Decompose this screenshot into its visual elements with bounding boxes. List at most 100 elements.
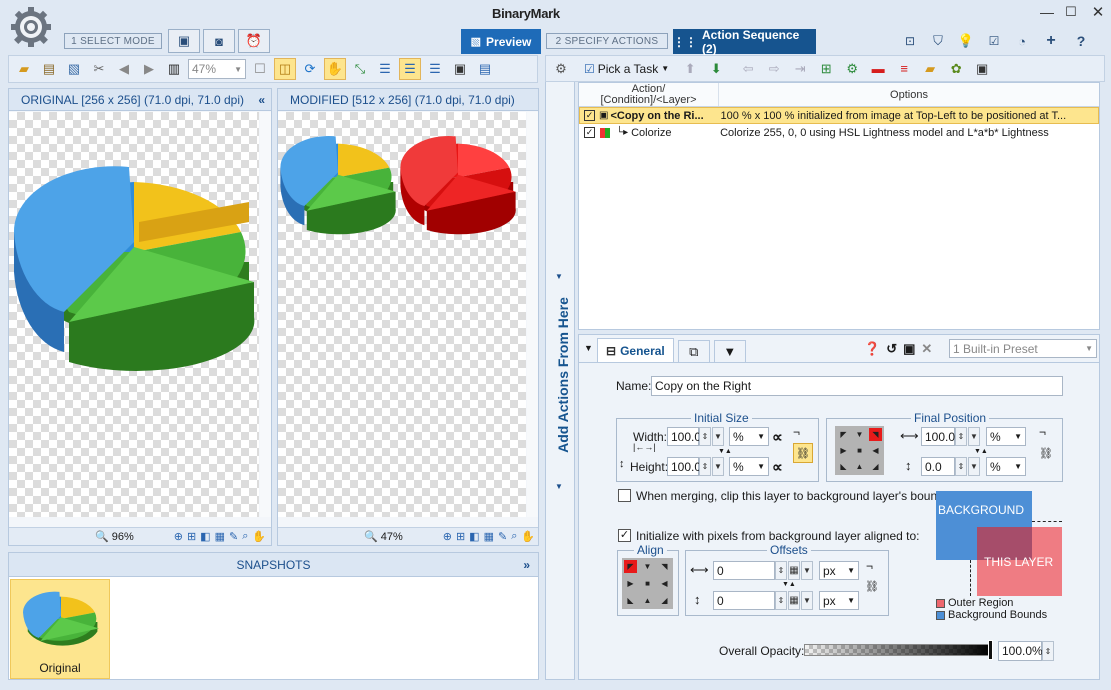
refresh-icon[interactable]: ⟳ (299, 58, 321, 80)
offset-x-dropdown[interactable]: ▼ (801, 561, 813, 580)
align-cell[interactable]: ◢ (658, 594, 671, 607)
center-icon[interactable]: ⊕ (443, 530, 452, 543)
align-cell[interactable]: ▶ (624, 577, 637, 590)
offset-y-calc[interactable]: ▦ (788, 591, 800, 610)
tab-layers[interactable]: ⧉ (677, 340, 710, 362)
align-cell[interactable]: ◥ (658, 560, 671, 573)
add-menu-icon[interactable]: + (1040, 32, 1062, 50)
single-view-icon[interactable]: ☐ (249, 58, 271, 80)
height-dropdown[interactable]: ▼ (712, 457, 724, 476)
offset-y-spinner[interactable]: ⇕ (775, 591, 787, 610)
collapse-icon[interactable]: ▼ (584, 343, 593, 353)
opacity-thumb[interactable] (988, 640, 993, 660)
action-sequence-tab[interactable]: ⋮⋮ Action Sequence (2) (673, 28, 816, 56)
actual-icon[interactable]: ◧ (200, 530, 210, 543)
picker-icon[interactable]: ✎ (229, 530, 238, 543)
height-input[interactable]: 100.0 (667, 457, 701, 476)
mode-schedule-button[interactable]: ⏰ (238, 29, 270, 53)
add-action-icon[interactable]: ⊞ (815, 58, 837, 80)
indent-end-icon[interactable]: ⇥ (789, 58, 811, 80)
help-menu-icon[interactable]: ? (1070, 33, 1092, 49)
name-input[interactable]: Copy on the Right (651, 376, 1063, 396)
indent-left-icon[interactable]: ⇦ (737, 58, 759, 80)
list-alt-icon[interactable]: ☰ (424, 58, 446, 80)
add-group-icon[interactable]: ⚙ (841, 58, 863, 80)
align-anchor-grid[interactable]: ◤ ▼ ◥ ▶ ■ ◀ ◣ ▲ ◢ (622, 558, 673, 609)
link-offsets-button[interactable]: ⛓ (862, 576, 882, 596)
preview-tab[interactable]: ▧ Preview (461, 29, 541, 54)
modified-canvas[interactable] (278, 112, 526, 517)
fit-icon[interactable]: ⤡ (349, 58, 371, 80)
lightbulb-icon[interactable]: 💡 (956, 33, 976, 49)
fit-icon[interactable]: ⊞ (456, 530, 465, 543)
align-cell[interactable]: ◣ (624, 594, 637, 607)
center-icon[interactable]: ⊕ (174, 530, 183, 543)
offset-x-calc[interactable]: ▦ (788, 561, 800, 580)
link-position-button[interactable]: ⛓ (1036, 443, 1056, 463)
align-cell[interactable]: ◀ (658, 577, 671, 590)
close-button[interactable]: ✕ (1085, 2, 1111, 22)
anchor-cell[interactable]: ◣ (837, 460, 850, 473)
open-folder-icon[interactable]: ▰ (919, 58, 941, 80)
remove-icon[interactable]: ▬ (867, 58, 889, 80)
anchor-cell[interactable]: ◤ (837, 428, 850, 441)
open-icon[interactable]: ▰ (13, 58, 35, 80)
maximize-button[interactable]: ☐ (1059, 2, 1083, 22)
align-cell-selected[interactable]: ◤ (624, 560, 637, 573)
snapshots-header[interactable]: SNAPSHOTS » (9, 553, 538, 577)
offset-y-dropdown[interactable]: ▼ (801, 591, 813, 610)
actual-icon[interactable]: ◧ (469, 530, 479, 543)
original-vscroll[interactable] (260, 112, 271, 517)
picker-icon[interactable]: ✎ (498, 530, 507, 543)
add-actions-sidetab[interactable]: ▼ Add Actions From Here ▼ (545, 82, 575, 680)
settings-gear-icon[interactable]: ⚙ (550, 58, 572, 80)
console-icon[interactable]: ⊡ (900, 34, 920, 48)
row-checkbox[interactable]: ✓ (584, 110, 595, 121)
height-unit-select[interactable]: % ▼ (729, 457, 769, 476)
minimize-button[interactable]: — (1035, 2, 1059, 22)
modified-vscroll[interactable] (527, 112, 538, 517)
magnifier-icon[interactable]: ⌕ (511, 530, 517, 543)
recent-icon[interactable]: ✿ (945, 58, 967, 80)
table-row[interactable]: ✓ └▸ Colorize Colorize 255, 0, 0 using H… (579, 124, 1099, 141)
pick-task-button[interactable]: ☑ Pick a Task ▼ (584, 62, 669, 76)
fit-icon[interactable]: ⊞ (187, 530, 196, 543)
delete-icon[interactable]: ✕ (921, 341, 932, 357)
proportional-icon[interactable]: ∝ (772, 458, 783, 476)
col-options-header[interactable]: Options (719, 83, 1099, 106)
grid-icon[interactable]: ▦ (215, 530, 225, 543)
export-icon[interactable]: ▤ (474, 58, 496, 80)
anchor-cell[interactable]: ◀ (869, 444, 882, 457)
offset-x-spinner[interactable]: ⇕ (775, 561, 787, 580)
anchor-cell[interactable]: ◢ (869, 460, 882, 473)
collapse-down-icon[interactable]: » (523, 558, 530, 572)
opacity-slider[interactable] (804, 644, 992, 656)
opacity-input[interactable]: 100.0% (998, 641, 1043, 661)
preset-select[interactable]: 1 Built-in Preset ▼ (949, 339, 1097, 358)
save-icon[interactable]: ▣ (903, 341, 915, 357)
magnifier-icon[interactable]: ⌕ (242, 530, 248, 543)
align-cell[interactable]: ▼ (641, 560, 654, 573)
offset-y-input[interactable]: 0 (713, 591, 775, 610)
move-up-icon[interactable]: ⬆ (679, 58, 701, 80)
move-down-icon[interactable]: ⬇ (705, 58, 727, 80)
hand-icon[interactable]: ✋ (252, 530, 266, 543)
shield-icon[interactable]: ⛉ (928, 33, 948, 49)
width-input[interactable]: 100.0 (667, 427, 701, 446)
collapse-left-icon[interactable]: « (258, 93, 265, 107)
proportional-icon[interactable]: ∝ (772, 428, 783, 446)
save-icon[interactable]: ▣ (971, 58, 993, 80)
histogram-icon[interactable]: ▥ (163, 58, 185, 80)
opacity-spinner[interactable]: ⇕ (1042, 641, 1054, 661)
position-y-input[interactable]: 0.0 (921, 457, 955, 476)
checklist-icon[interactable]: ☑ (984, 34, 1004, 48)
position-x-spinner[interactable]: ⇕ (955, 427, 967, 446)
height-spinner[interactable]: ⇕ (699, 457, 711, 476)
signal-icon[interactable]: ◔ (1012, 34, 1032, 49)
split-view-icon[interactable]: ◫ (274, 58, 296, 80)
indent-right-icon[interactable]: ⇨ (763, 58, 785, 80)
offset-y-unit-select[interactable]: px ▼ (819, 591, 859, 610)
position-anchor-grid[interactable]: ◤ ▼ ◥ ▶ ■ ◀ ◣ ▲ ◢ (835, 426, 884, 475)
original-canvas[interactable] (9, 112, 259, 517)
hand-icon[interactable]: ✋ (521, 530, 535, 543)
